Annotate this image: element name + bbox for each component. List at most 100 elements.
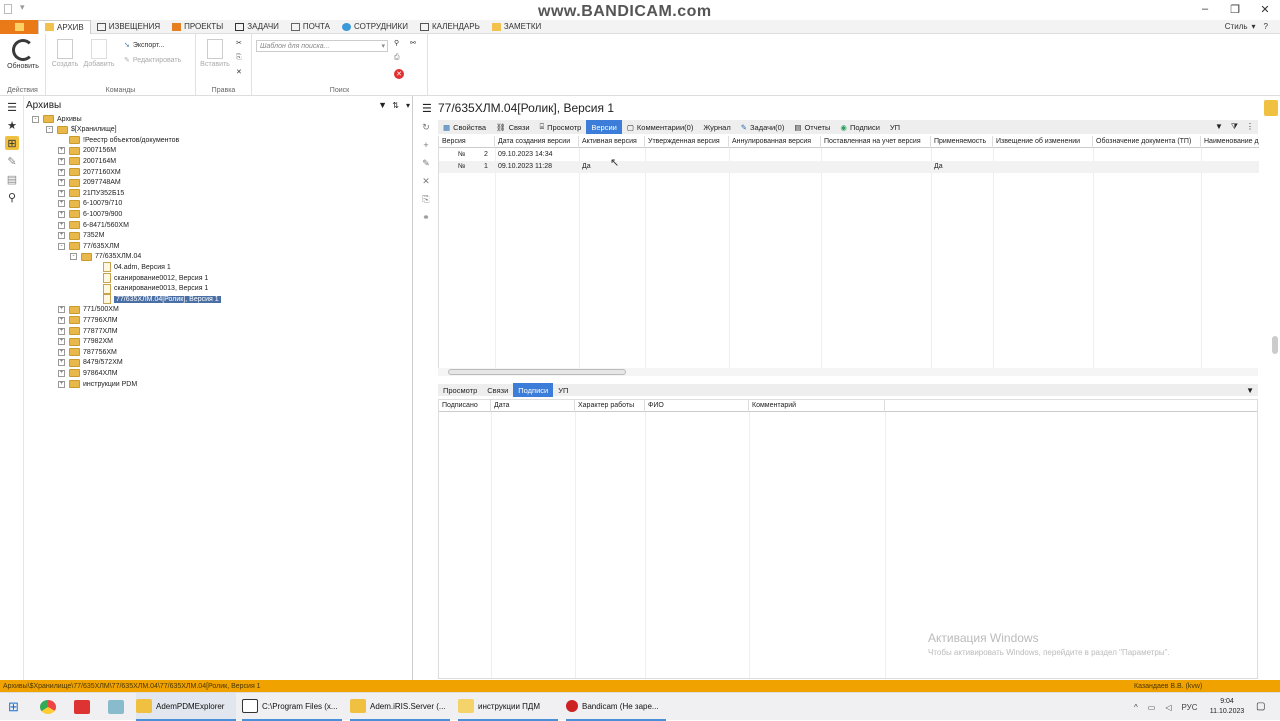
file-menu-button[interactable] bbox=[0, 19, 38, 34]
delete-icon[interactable]: ✕ bbox=[421, 176, 431, 186]
refresh-icon[interactable]: ↻ bbox=[421, 122, 431, 132]
tree-node[interactable]: +2007156М bbox=[58, 146, 116, 156]
table-row[interactable]: № 2 09.10.2023 14:34 bbox=[439, 149, 1259, 161]
collapse-icon[interactable]: - bbox=[46, 126, 53, 134]
vertical-scrollbar-thumb[interactable] bbox=[1272, 336, 1278, 354]
tree-node[interactable]: + инструкции PDM bbox=[58, 379, 137, 389]
windows-start-icon[interactable]: ⊞ bbox=[8, 693, 19, 721]
app-icon[interactable] bbox=[108, 693, 124, 721]
search-input[interactable]: Шаблон для поиска... ▾ bbox=[256, 40, 388, 52]
tree-node[interactable]: +6-10079/900 bbox=[58, 209, 122, 219]
column-header[interactable]: Обозначение документа (ТП) bbox=[1093, 136, 1201, 148]
chevron-down-icon[interactable]: ▼ bbox=[1246, 386, 1258, 395]
expand-icon[interactable]: + bbox=[58, 200, 65, 208]
column-header[interactable]: Комментарий bbox=[749, 400, 885, 412]
copy-icon[interactable]: ⎘ bbox=[421, 194, 431, 204]
collapse-icon[interactable]: - bbox=[70, 253, 77, 261]
tree-node[interactable]: +77796ХЛМ bbox=[58, 315, 118, 325]
tab-versions[interactable]: Версии bbox=[586, 120, 622, 134]
tab-notices[interactable]: ИЗВЕЩЕНИЯ bbox=[91, 20, 166, 34]
search-icon[interactable]: ⚲ bbox=[394, 39, 399, 47]
archive-tree-icon[interactable]: ⊞ bbox=[5, 136, 19, 150]
star-icon[interactable]: ★ bbox=[5, 118, 19, 132]
column-header[interactable]: Характер работы bbox=[575, 400, 645, 412]
expand-icon[interactable]: + bbox=[58, 147, 65, 155]
tree-node[interactable]: +6-8471/560ХМ bbox=[58, 220, 129, 230]
column-header[interactable]: ФИО bbox=[645, 400, 749, 412]
column-header[interactable]: Наименование д bbox=[1201, 136, 1259, 148]
delete-icon[interactable]: ✕ bbox=[236, 68, 242, 76]
help-icon[interactable]: ? bbox=[1264, 22, 1268, 31]
tab-tasks[interactable]: ✎ Задачи(0) bbox=[736, 120, 790, 134]
create-button[interactable]: Создать bbox=[50, 39, 80, 68]
tree-node[interactable]: +6-10079/710 bbox=[58, 199, 122, 209]
column-header[interactable]: Поставленная на учет версия bbox=[821, 136, 931, 148]
tree-node[interactable]: +771/500ХМ bbox=[58, 305, 119, 315]
tab-employees[interactable]: СОТРУДНИКИ bbox=[336, 20, 414, 34]
tab-notes[interactable]: ЗАМЕТКИ bbox=[486, 20, 547, 34]
tab-properties[interactable]: ▦ Свойства bbox=[438, 120, 491, 134]
tree-node[interactable]: - 77/635ХЛМ bbox=[58, 241, 120, 251]
tree-node[interactable]: - Архивы bbox=[32, 114, 82, 124]
binoculars-icon[interactable]: ⚯ bbox=[410, 39, 416, 47]
clock[interactable]: 9:04 11.10.2023 bbox=[1206, 697, 1248, 717]
expand-icon[interactable]: + bbox=[58, 189, 65, 197]
export-button[interactable]: ➘ Экспорт... bbox=[124, 41, 164, 50]
tree-node[interactable]: сканирование0012, Версия 1 bbox=[92, 273, 208, 283]
column-header[interactable]: Аннулированная версия bbox=[729, 136, 821, 148]
expand-icon[interactable]: + bbox=[58, 221, 65, 229]
pencil-icon[interactable]: ✎ bbox=[421, 158, 431, 168]
expand-icon[interactable]: + bbox=[58, 179, 65, 187]
expand-icon[interactable]: + bbox=[58, 359, 65, 367]
taskbar-app[interactable]: инструкции ПДМ bbox=[458, 693, 558, 721]
expand-icon[interactable]: + bbox=[58, 327, 65, 335]
tree-node[interactable]: +21ПУ352Б15 bbox=[58, 188, 124, 198]
taskbar-app[interactable]: C:\Program Files (x... bbox=[242, 693, 342, 721]
cut-icon[interactable]: ✂ bbox=[236, 39, 242, 47]
filter-icon[interactable]: ▼ bbox=[378, 100, 387, 110]
tab-preview[interactable]: ⌸ Просмотр bbox=[535, 120, 587, 134]
maximize-icon[interactable]: ❐ bbox=[1220, 3, 1250, 16]
column-header[interactable]: Активная версия bbox=[579, 136, 645, 148]
expand-icon[interactable]: + bbox=[58, 348, 65, 356]
chevron-down-icon[interactable]: ▾ bbox=[406, 101, 410, 110]
scrollbar-thumb[interactable] bbox=[448, 369, 626, 375]
tab-reports[interactable]: ▤ Отчеты bbox=[789, 120, 835, 134]
menu-icon[interactable]: ☰ bbox=[5, 100, 19, 114]
tree-node[interactable]: +2077160ХМ bbox=[58, 167, 121, 177]
notification-icon[interactable]: ▢ bbox=[1256, 701, 1265, 712]
expand-icon[interactable]: + bbox=[58, 210, 65, 218]
column-header[interactable]: Применяемость bbox=[931, 136, 993, 148]
style-menu[interactable]: Стиль ▾? bbox=[1225, 22, 1268, 31]
tree-node[interactable]: +77982ХМ bbox=[58, 337, 113, 347]
expand-icon[interactable]: + bbox=[58, 316, 65, 324]
tree-node[interactable]: +7352М bbox=[58, 231, 104, 241]
tree-node[interactable]: +787756ХМ bbox=[58, 347, 117, 357]
compare-icon[interactable]: ⚭ bbox=[421, 212, 431, 222]
paste-button[interactable]: Вставить bbox=[198, 39, 232, 68]
edit-button[interactable]: ✎ Редактировать bbox=[124, 56, 181, 65]
tab-calendar[interactable]: КАЛЕНДАРЬ bbox=[414, 20, 486, 34]
tab-links[interactable]: ⛓ Связи bbox=[491, 120, 535, 134]
tab-archive[interactable]: АРХИВ bbox=[38, 19, 91, 34]
network-icon[interactable]: ▭ bbox=[1148, 703, 1156, 712]
expand-icon[interactable]: + bbox=[58, 338, 65, 346]
chevron-down-icon[interactable]: ▾ bbox=[381, 42, 387, 50]
column-header[interactable]: Версия bbox=[439, 136, 495, 148]
tools-icon[interactable]: ✎ bbox=[5, 154, 19, 168]
tree-node[interactable]: сканирование0013, Версия 1 bbox=[92, 283, 208, 294]
expand-icon[interactable]: + bbox=[58, 306, 65, 314]
clipboard-icon[interactable]: ▤ bbox=[5, 172, 19, 186]
tab-projects[interactable]: ПРОЕКТЫ bbox=[166, 20, 229, 34]
tree-node[interactable]: 77/635ХЛМ.04[Ролик], Версия 1 bbox=[92, 294, 221, 305]
search-settings-icon[interactable]: ⎙ bbox=[394, 54, 400, 62]
collapse-icon[interactable]: - bbox=[58, 242, 65, 250]
tree-node[interactable]: +8479/572ХМ bbox=[58, 358, 123, 368]
refresh-button[interactable]: Обновить bbox=[4, 39, 42, 70]
chrome-icon[interactable] bbox=[40, 693, 56, 721]
column-header[interactable]: Дата создания версии bbox=[495, 136, 579, 148]
sort-icon[interactable]: ⇅ bbox=[392, 101, 399, 110]
volume-icon[interactable]: ◁ bbox=[1165, 703, 1171, 712]
chevron-up-icon[interactable]: ^ bbox=[1134, 703, 1138, 712]
tab-preview[interactable]: Просмотр bbox=[438, 383, 482, 397]
